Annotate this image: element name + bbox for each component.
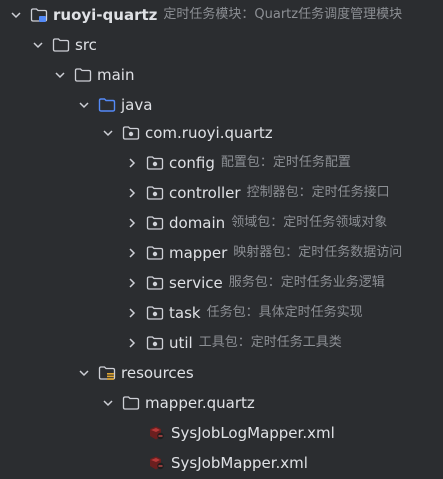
chevron-right-icon[interactable] (124, 215, 140, 231)
tree-item-label: SysJobLogMapper.xml (171, 424, 335, 442)
tree-item-label: task (169, 304, 201, 322)
tree-item-label: com.ruoyi.quartz (145, 124, 273, 142)
resources-folder-icon (98, 365, 116, 381)
tree-item-label: java (121, 96, 153, 114)
tree-item-description: 映射器包：定时任务数据访问 (233, 245, 403, 260)
tree-item-ruoyi-quartz[interactable]: ruoyi-quartz 定时任务模块：Quartz任务调度管理模块 (0, 0, 443, 30)
tree-item-label: SysJobMapper.xml (171, 454, 308, 472)
folder-icon (122, 395, 140, 411)
package-icon (146, 275, 164, 291)
package-icon (146, 215, 164, 231)
chevron-right-icon[interactable] (124, 275, 140, 291)
chevron-down-icon[interactable] (52, 67, 68, 83)
tree-item-mapper[interactable]: mapper 映射器包：定时任务数据访问 (0, 238, 443, 268)
tree-item-label: src (75, 36, 97, 54)
folder-icon (74, 67, 92, 83)
tree-item-label: mapper (169, 244, 228, 262)
tree-item-src[interactable]: src (0, 30, 443, 60)
tree-item-sysjoblogmapper-xml[interactable]: SysJobLogMapper.xml (0, 418, 443, 448)
project-tree: ruoyi-quartz 定时任务模块：Quartz任务调度管理模块 src m… (0, 0, 443, 479)
tree-item-label: resources (121, 364, 194, 382)
chevron-down-icon[interactable] (100, 395, 116, 411)
tree-item-description: 服务包：定时任务业务逻辑 (228, 275, 385, 290)
tree-item-main[interactable]: main (0, 60, 443, 90)
tree-item-sysjobmapper-xml[interactable]: SysJobMapper.xml (0, 448, 443, 478)
tree-item-description: 领域包：定时任务领域对象 (231, 215, 388, 230)
tree-item-resources[interactable]: resources (0, 358, 443, 388)
mybatis-xml-icon (148, 455, 166, 471)
package-icon (122, 125, 140, 141)
mybatis-xml-icon (148, 425, 166, 441)
tree-item-util[interactable]: util 工具包：定时任务工具类 (0, 328, 443, 358)
folder-icon (52, 37, 70, 53)
tree-item-domain[interactable]: domain 领域包：定时任务领域对象 (0, 208, 443, 238)
package-icon (146, 335, 164, 351)
package-icon (146, 305, 164, 321)
tree-item-label: mapper.quartz (145, 394, 255, 412)
chevron-down-icon[interactable] (30, 37, 46, 53)
tree-item-config[interactable]: config 配置包：定时任务配置 (0, 148, 443, 178)
chevron-right-icon[interactable] (124, 185, 140, 201)
package-icon (146, 245, 164, 261)
source-root-folder-icon (98, 97, 116, 113)
tree-item-description: 工具包：定时任务工具类 (198, 335, 342, 350)
tree-item-label: controller (169, 184, 241, 202)
tree-item-description: 定时任务模块：Quartz任务调度管理模块 (163, 7, 403, 22)
chevron-right-icon[interactable] (124, 155, 140, 171)
chevron-down-icon[interactable] (100, 125, 116, 141)
tree-item-label: service (169, 274, 223, 292)
tree-item-description: 任务包：具体定时任务实现 (206, 305, 363, 320)
tree-item-task[interactable]: task 任务包：具体定时任务实现 (0, 298, 443, 328)
tree-item-label: domain (169, 214, 226, 232)
tree-item-label: ruoyi-quartz (53, 6, 158, 24)
tree-item-label: main (97, 66, 135, 84)
chevron-right-icon[interactable] (124, 305, 140, 321)
chevron-down-icon[interactable] (76, 97, 92, 113)
chevron-right-icon[interactable] (124, 335, 140, 351)
chevron-down-icon[interactable] (76, 365, 92, 381)
tree-item-java[interactable]: java (0, 90, 443, 120)
package-icon (146, 155, 164, 171)
tree-item-controller[interactable]: controller 控制器包：定时任务接口 (0, 178, 443, 208)
chevron-down-icon[interactable] (8, 7, 24, 23)
tree-item-label: util (169, 334, 193, 352)
tree-item-description: 配置包：定时任务配置 (220, 155, 351, 170)
tree-item-service[interactable]: service 服务包：定时任务业务逻辑 (0, 268, 443, 298)
tree-item-com-ruoyi-quartz[interactable]: com.ruoyi.quartz (0, 118, 443, 148)
module-folder-icon (30, 7, 48, 23)
tree-item-label: config (169, 154, 215, 172)
package-icon (146, 185, 164, 201)
chevron-right-icon[interactable] (124, 245, 140, 261)
tree-item-description: 控制器包：定时任务接口 (246, 185, 390, 200)
tree-item-mapper-quartz[interactable]: mapper.quartz (0, 388, 443, 418)
